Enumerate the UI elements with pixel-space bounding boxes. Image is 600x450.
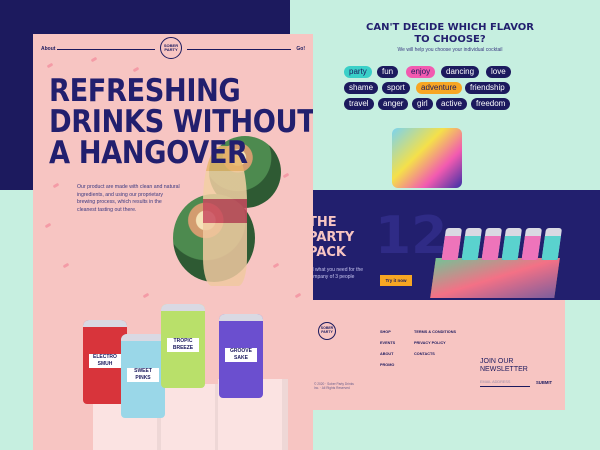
flavor-quiz-section: CAN'T DECIDE WHICH FLAVOR TO CHOOSE? We …: [290, 0, 600, 190]
tag-love[interactable]: love: [486, 66, 511, 78]
podium: [161, 384, 221, 450]
decor-dot: [90, 56, 98, 63]
decor-dot: [294, 292, 302, 299]
newsletter-email-input[interactable]: EMAIL ADDRESS: [480, 380, 530, 387]
decor-dot: [142, 292, 150, 299]
pack-title: THE PARTY PACK: [308, 215, 355, 260]
decor-dot: [62, 262, 70, 269]
can-tropic-breeze[interactable]: TROPIC BREEZE: [161, 304, 205, 388]
can-cap: [219, 314, 263, 321]
footer-logo[interactable]: SOBER PARTY: [318, 322, 336, 340]
footer-link-about[interactable]: ABOUT: [380, 352, 394, 356]
decor-dot: [46, 62, 54, 69]
tag-sport[interactable]: sport: [382, 82, 410, 94]
can-cap: [161, 304, 205, 311]
tag-shame[interactable]: shame: [344, 82, 379, 94]
party-pack-section: 12 THE PARTY PACK All what you need for …: [290, 190, 600, 300]
newsletter-submit-button[interactable]: SUBMIT: [536, 380, 552, 385]
nav-about-link[interactable]: About: [41, 46, 55, 52]
decor-dot: [44, 222, 52, 229]
decor-dot: [132, 66, 140, 73]
tag-freedom[interactable]: freedom: [471, 98, 511, 110]
can-sweet-pinks[interactable]: SWEET PINKS: [121, 334, 165, 418]
tag-girl[interactable]: girl: [412, 98, 433, 110]
can-cap: [83, 320, 127, 327]
tag-dancing[interactable]: dancing: [441, 66, 480, 78]
hero-intro-text: Our product are made with clean and natu…: [77, 184, 180, 213]
tag-enjoy[interactable]: enjoy: [406, 66, 436, 78]
decor-dot: [282, 172, 290, 179]
footer-link-privacy[interactable]: PRIVACY POLICY: [414, 341, 446, 345]
decor-dot: [52, 182, 60, 189]
can-cap: [121, 334, 165, 341]
can-label: ELECTRO SMUH: [89, 354, 121, 368]
decor-dot: [272, 262, 280, 269]
tag-fun[interactable]: fun: [377, 66, 399, 78]
nav-divider: [57, 49, 155, 50]
tag-party[interactable]: party: [344, 66, 372, 78]
newsletter-title: JOIN OUR NEWSLETTER: [480, 358, 528, 374]
can-label: SWEET PINKS: [127, 368, 159, 382]
nav-divider: [187, 49, 291, 50]
footer: SOBER PARTY SHOP EVENTS ABOUT PROMO TERM…: [310, 300, 565, 410]
footer-link-terms[interactable]: TERMS & CONDITIONS: [414, 330, 456, 334]
tag-active[interactable]: active: [436, 98, 467, 110]
tag-travel[interactable]: travel: [344, 98, 374, 110]
quiz-can-image: [392, 128, 462, 188]
hero-headline: REFRESHING DRINKS WITHOUT A HANGOVER: [49, 73, 313, 171]
footer-link-contacts[interactable]: CONTACTS: [414, 352, 435, 356]
quiz-subtitle: We will help you choose your individual …: [397, 47, 503, 53]
footer-link-shop[interactable]: SHOP: [380, 330, 391, 334]
can-groove-sake[interactable]: GROOVE SAKE: [219, 314, 263, 398]
footer-link-promo[interactable]: PROMO: [380, 363, 394, 367]
quiz-title: CAN'T DECIDE WHICH FLAVOR TO CHOOSE?: [366, 22, 534, 45]
party-pack-image: [427, 224, 568, 304]
hero-section: About SOBER PARTY Go! REFRESHING DRINKS W…: [33, 34, 313, 450]
tag-anger[interactable]: anger: [378, 98, 409, 110]
try-it-now-button[interactable]: Try it now: [380, 275, 412, 286]
nav-go-link[interactable]: Go!: [296, 46, 305, 52]
copyright: © 2020 · Sober Party Drinks Inc. · All R…: [314, 382, 354, 391]
logo[interactable]: SOBER PARTY: [160, 37, 182, 59]
can-label: GROOVE SAKE: [225, 348, 257, 362]
footer-link-events[interactable]: EVENTS: [380, 341, 395, 345]
pack-description: All what you need for the company of 3 p…: [308, 267, 364, 280]
tag-adventure[interactable]: adventure: [416, 82, 462, 94]
can-label: TROPIC BREEZE: [167, 338, 199, 352]
tag-friendship[interactable]: friendship: [465, 82, 510, 94]
